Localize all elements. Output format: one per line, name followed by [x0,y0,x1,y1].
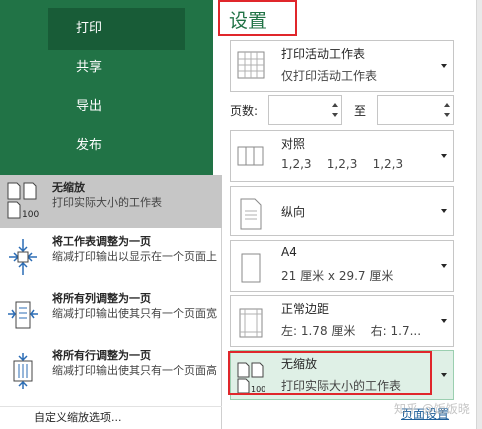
scaling-highlight-box [228,351,432,395]
scaling-menu: 100 无缩放 打印实际大小的工作表 将工作表调整为一页 缩减打印输出以显示在一… [0,175,222,429]
chevron-down-icon [441,373,447,377]
chevron-down-icon [441,264,447,268]
paper-size-icon [237,251,265,285]
margins-dropdown[interactable]: 正常边距 左: 1.78 厘米 右: 1.7... [230,295,454,347]
print-active-sheet-icon [237,51,265,85]
watermark-text: 知乎 @饭饭晓 [394,402,470,416]
scaling-option-desc: 缩减打印输出使其只有一个页面高 [52,364,217,377]
pages-to-label: 至 [354,104,367,118]
margins-icon [237,306,265,340]
paper-size-dropdown[interactable]: A4 21 厘米 x 29.7 厘米 [230,240,454,292]
scaling-option-fit-columns[interactable]: 将所有列调整为一页 缩减打印输出使其只有一个页面宽 [0,288,222,344]
scaling-option-desc: 缩减打印输出使其只有一个页面宽 [52,307,217,320]
margins-title: 正常边距 [281,302,330,316]
scaling-option-title: 将所有行调整为一页 [52,349,151,362]
print-what-title: 打印活动工作表 [281,47,366,61]
scaling-option-desc: 缩减打印输出以显示在一个页面上 [52,250,217,263]
menu-divider [0,406,222,407]
orientation-dropdown[interactable]: 纵向 [230,186,454,236]
paper-size-title: A4 [281,245,297,259]
chevron-down-icon [441,154,447,158]
scaling-option-title: 无缩放 [52,181,85,194]
scaling-option-fit-sheet[interactable]: 将工作表调整为一页 缩减打印输出以显示在一个页面上 [0,231,222,287]
scaling-option-fit-rows[interactable]: 将所有行调整为一页 缩减打印输出使其只有一个页面高 [0,345,222,401]
orientation-title: 纵向 [281,205,306,219]
no-scaling-icon: 100 [6,181,40,221]
chevron-down-icon [441,319,447,323]
svg-text:100: 100 [22,210,39,220]
pages-to-input[interactable] [377,95,454,125]
spin-up-icon[interactable] [332,103,338,107]
margins-subtitle: 左: 1.78 厘米 右: 1.7... [281,324,422,338]
print-what-dropdown[interactable]: 打印活动工作表 仅打印活动工作表 [230,40,454,92]
chevron-down-icon [441,64,447,68]
pages-from-input[interactable] [268,95,342,125]
scaling-option-desc: 打印实际大小的工作表 [52,196,162,209]
fit-columns-icon [6,294,40,334]
print-backstage: 打印 共享 导出 发布 设置 打印活动工作表 仅打印活动工作表 页数: 至 对照… [0,0,482,429]
fit-sheet-icon [6,237,40,277]
vertical-scrollbar[interactable] [476,0,482,429]
spin-down-icon[interactable] [444,113,450,117]
sidebar-item-print[interactable]: 打印 [48,8,185,50]
scaling-option-title: 将所有列调整为一页 [52,292,151,305]
collate-icon [237,141,265,175]
paper-size-subtitle: 21 厘米 x 29.7 厘米 [281,269,394,283]
spin-up-icon[interactable] [444,103,450,107]
pages-label: 页数: [230,104,259,118]
custom-scaling-options[interactable]: 自定义缩放选项... [34,409,122,425]
sidebar-item-share[interactable]: 共享 [48,47,185,89]
portrait-icon [237,197,265,231]
chevron-down-icon [441,209,447,213]
sidebar-item-export[interactable]: 导出 [48,86,185,128]
scaling-option-no-scaling[interactable]: 100 无缩放 打印实际大小的工作表 [0,175,222,228]
collation-title: 对照 [281,137,306,151]
scaling-option-title: 将工作表调整为一页 [52,235,151,248]
heading-highlight-box [218,0,297,36]
collation-subtitle: 1,2,3 1,2,3 1,2,3 [281,157,404,171]
fit-rows-icon [6,351,40,391]
print-what-subtitle: 仅打印活动工作表 [281,69,378,83]
spin-down-icon[interactable] [332,113,338,117]
sidebar-item-publish[interactable]: 发布 [48,125,185,167]
collation-dropdown[interactable]: 对照 1,2,3 1,2,3 1,2,3 [230,130,454,182]
